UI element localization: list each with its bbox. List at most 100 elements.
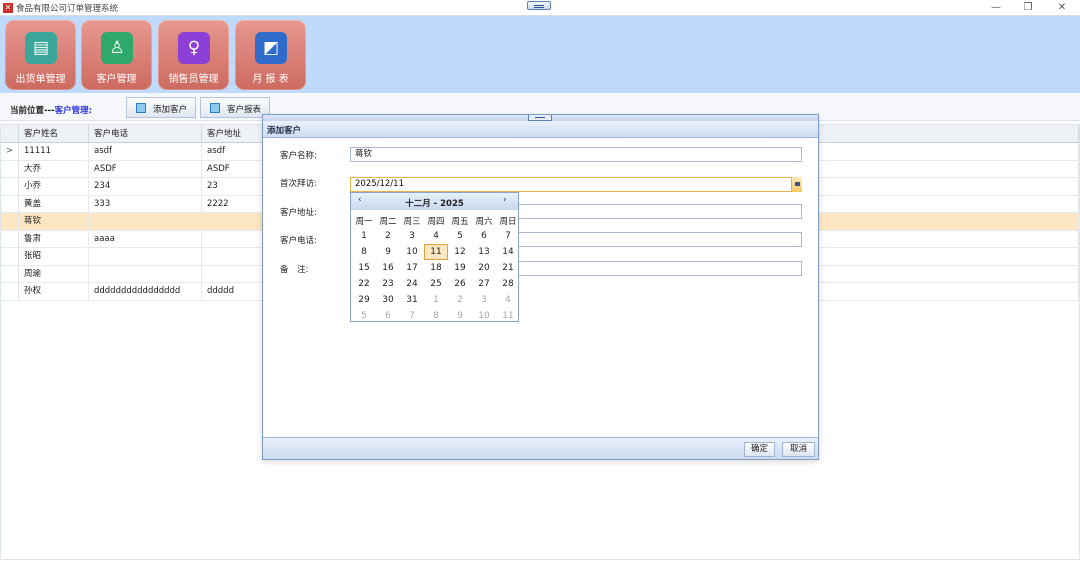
weekday-header: 周六 bbox=[475, 217, 493, 227]
calendar-day[interactable]: 30 bbox=[376, 292, 400, 308]
cell-name[interactable]: 11111 bbox=[19, 143, 89, 160]
weekday-header: 周日 bbox=[499, 217, 517, 227]
customer-name-label: 客户名称: bbox=[280, 151, 317, 161]
tab-add-customer[interactable]: 添加客户 bbox=[126, 97, 196, 118]
calendar-day[interactable]: 1 bbox=[352, 228, 376, 244]
first-visit-date-input[interactable]: 2025/12/11 bbox=[350, 177, 802, 192]
column-header[interactable]: 客户姓名 bbox=[19, 125, 89, 143]
minimize-icon[interactable]: — bbox=[988, 1, 1004, 15]
calendar-day-other-month[interactable]: 6 bbox=[376, 308, 400, 324]
cell-name[interactable]: 周瑜 bbox=[19, 265, 89, 283]
calendar-day[interactable]: 10 bbox=[400, 244, 424, 260]
ok-button[interactable]: 确定 bbox=[744, 442, 775, 457]
tab-label: 客户报表 bbox=[227, 105, 262, 115]
calendar-day[interactable]: 6 bbox=[472, 228, 496, 244]
close-icon[interactable]: ✕ bbox=[1054, 1, 1070, 15]
cell-name[interactable]: 黄盖 bbox=[19, 195, 89, 213]
row-header bbox=[1, 178, 19, 195]
toolbar-button-shipment[interactable]: ▤ 出货单管理 bbox=[5, 20, 76, 90]
calendar-day-other-month[interactable]: 3 bbox=[472, 292, 496, 308]
cell-phone[interactable] bbox=[89, 248, 202, 265]
breadcrumb-prefix: 当前位置--- bbox=[10, 106, 55, 116]
restore-icon[interactable]: ❐ bbox=[1020, 1, 1036, 15]
calendar-day-other-month[interactable]: 2 bbox=[448, 292, 472, 308]
cell-phone[interactable]: 333 bbox=[89, 195, 202, 213]
collapse-ribbon-button[interactable] bbox=[527, 1, 551, 10]
calendar-day[interactable]: 29 bbox=[352, 292, 376, 308]
calendar-day[interactable]: 22 bbox=[352, 276, 376, 292]
calendar-day[interactable]: 28 bbox=[496, 276, 520, 292]
calendar-day-other-month[interactable]: 8 bbox=[424, 308, 448, 324]
calendar-day[interactable]: 12 bbox=[448, 244, 472, 260]
calendar-day[interactable]: 15 bbox=[352, 260, 376, 276]
calendar-day-selected[interactable]: 11 bbox=[424, 244, 448, 260]
toolbar-button-customer[interactable]: ♙ 客户管理 bbox=[81, 20, 152, 90]
toolbar-button-label: 销售员管理 bbox=[168, 74, 219, 85]
window-title: 食品有限公司订单管理系统 bbox=[16, 4, 119, 14]
customer-name-input[interactable]: 蒋钦 bbox=[350, 147, 802, 162]
dialog-footer: 确定 取消 bbox=[263, 437, 818, 459]
breadcrumb-current: 客户管理: bbox=[54, 106, 92, 116]
calendar-day[interactable]: 31 bbox=[400, 292, 424, 308]
calendar-day[interactable]: 5 bbox=[448, 228, 472, 244]
date-picker-popup: ‹ 十二月 - 2025 › 周一 周二 周三 周四 周五 周六 周日 1 2 3 4 5 6 7 8 9 10… bbox=[350, 192, 519, 322]
person-icon: ♀ bbox=[178, 32, 210, 64]
cell-phone[interactable]: dddddddddddddddd bbox=[89, 283, 202, 300]
calendar-day[interactable]: 17 bbox=[400, 260, 424, 276]
cell-phone[interactable]: 234 bbox=[89, 178, 202, 195]
cell-name[interactable]: 大乔 bbox=[19, 160, 89, 178]
calendar-dropdown-icon[interactable] bbox=[791, 177, 802, 192]
calendar-day[interactable]: 23 bbox=[376, 276, 400, 292]
calendar-day-other-month[interactable]: 4 bbox=[496, 292, 520, 308]
calendar-day-other-month[interactable]: 1 bbox=[424, 292, 448, 308]
cell-phone[interactable]: asdf bbox=[89, 143, 202, 160]
chart-icon: ◩ bbox=[255, 32, 287, 64]
calendar-month-title[interactable]: 十二月 - 2025 bbox=[351, 197, 518, 209]
note-label: 备 注: bbox=[280, 265, 309, 275]
calendar-day[interactable]: 27 bbox=[472, 276, 496, 292]
calendar-day-other-month[interactable]: 9 bbox=[448, 308, 472, 324]
column-header[interactable]: 客户电话 bbox=[89, 125, 202, 143]
calendar-day[interactable]: 20 bbox=[472, 260, 496, 276]
calendar-day[interactable]: 8 bbox=[352, 244, 376, 260]
cell-phone[interactable]: aaaa bbox=[89, 230, 202, 248]
add-customer-dialog: 添加客户 客户名称: 蒋钦 首次拜访: 2025/12/11 客户地址: 客户电… bbox=[262, 114, 819, 460]
cell-name[interactable]: 张昭 bbox=[19, 248, 89, 265]
toolbar-button-salesperson[interactable]: ♀ 销售员管理 bbox=[158, 20, 229, 90]
calendar-day[interactable]: 18 bbox=[424, 260, 448, 276]
calendar-day-other-month[interactable]: 10 bbox=[472, 308, 496, 324]
next-month-icon[interactable]: › bbox=[503, 195, 507, 205]
calendar-day[interactable]: 14 bbox=[496, 244, 520, 260]
calendar-day[interactable]: 21 bbox=[496, 260, 520, 276]
cell-phone[interactable] bbox=[89, 213, 202, 230]
cell-name[interactable]: 鲁肃 bbox=[19, 230, 89, 248]
first-visit-label: 首次拜访: bbox=[280, 179, 317, 189]
cell-name[interactable]: 小乔 bbox=[19, 178, 89, 195]
tab-customer-report[interactable]: 客户报表 bbox=[200, 97, 270, 118]
cell-name[interactable]: 蒋钦 bbox=[19, 213, 89, 230]
row-header bbox=[1, 230, 19, 248]
calendar-day-other-month[interactable]: 5 bbox=[352, 308, 376, 324]
calendar-day[interactable]: 3 bbox=[400, 228, 424, 244]
calendar-day[interactable]: 13 bbox=[472, 244, 496, 260]
toolbar-button-monthly-report[interactable]: ◩ 月 报 表 bbox=[235, 20, 306, 90]
calendar-day-other-month[interactable]: 7 bbox=[400, 308, 424, 324]
cell-name[interactable]: 孙权 bbox=[19, 283, 89, 300]
calendar-day[interactable]: 2 bbox=[376, 228, 400, 244]
calendar-day[interactable]: 19 bbox=[448, 260, 472, 276]
calendar-day[interactable]: 26 bbox=[448, 276, 472, 292]
calendar-day[interactable]: 7 bbox=[496, 228, 520, 244]
weekday-header: 周五 bbox=[451, 217, 469, 227]
calendar-day[interactable]: 9 bbox=[376, 244, 400, 260]
calendar-day-other-month[interactable]: 11 bbox=[496, 308, 520, 324]
row-header-corner bbox=[1, 125, 19, 143]
add-icon bbox=[136, 103, 146, 113]
calendar-day[interactable]: 24 bbox=[400, 276, 424, 292]
calendar-day[interactable]: 4 bbox=[424, 228, 448, 244]
cancel-button[interactable]: 取消 bbox=[782, 442, 815, 457]
calendar-day[interactable]: 25 bbox=[424, 276, 448, 292]
calendar-day[interactable]: 16 bbox=[376, 260, 400, 276]
row-header bbox=[1, 195, 19, 213]
cell-phone[interactable] bbox=[89, 265, 202, 283]
cell-phone[interactable]: ASDF bbox=[89, 160, 202, 178]
